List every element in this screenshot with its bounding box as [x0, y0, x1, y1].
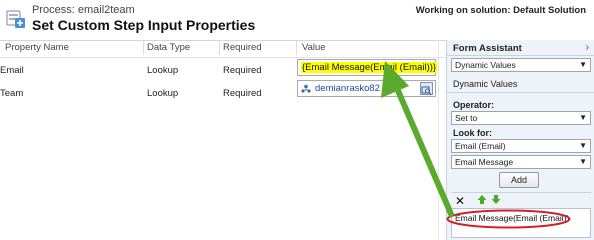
property-name: Team: [0, 88, 24, 99]
page-header: Process: email2team Set Custom Step Inpu…: [0, 0, 594, 41]
page-title: Set Custom Step Input Properties: [32, 17, 256, 33]
mode-select-value: Dynamic Values: [455, 60, 516, 70]
tools-divider: [451, 192, 591, 193]
form-assistant-title: Form Assistant: [453, 43, 522, 54]
property-name: Email: [0, 65, 24, 76]
entity-select[interactable]: Email (Email) ▼: [451, 139, 591, 153]
delete-icon[interactable]: ✕: [455, 194, 465, 208]
process-icon: [6, 10, 25, 28]
col-property-name[interactable]: Property Name: [5, 42, 69, 53]
section-divider: [447, 92, 594, 93]
col-data-type[interactable]: Data Type: [147, 42, 190, 53]
data-type: Lookup: [147, 88, 179, 99]
move-down-icon[interactable]: [491, 194, 501, 205]
add-button[interactable]: Add: [499, 172, 539, 188]
dropdown-arrow-icon: ▼: [579, 141, 587, 150]
dropdown-arrow-icon: ▼: [579, 157, 587, 166]
section-label: Dynamic Values: [453, 79, 518, 89]
lookup-icon: [421, 86, 432, 95]
email-value-field[interactable]: {Email Message(Email (Email))}: [297, 59, 438, 76]
operator-label: Operator:: [453, 100, 495, 110]
move-up-icon[interactable]: [477, 194, 487, 205]
column-divider: [143, 41, 144, 55]
solution-label: Working on solution: Default Solution: [415, 5, 586, 16]
column-divider: [219, 41, 220, 55]
mode-select[interactable]: Dynamic Values ▼: [451, 58, 591, 72]
highlight-ellipse: [446, 209, 571, 229]
col-required[interactable]: Required: [223, 42, 262, 53]
team-lookup-link[interactable]: demianrasko82: [315, 83, 380, 94]
required-flag: Required: [223, 88, 262, 99]
column-divider: [296, 41, 297, 55]
dropdown-arrow-icon: ▼: [579, 113, 587, 122]
col-value[interactable]: Value: [302, 42, 326, 53]
entity-select-value: Email (Email): [455, 141, 506, 151]
operator-select-value: Set to: [455, 113, 478, 123]
team-value-field[interactable]: demianrasko82: [297, 80, 436, 97]
look-for-label: Look for:: [453, 128, 492, 138]
lookup-button[interactable]: [420, 82, 433, 95]
process-label: Process: email2team: [32, 4, 135, 16]
team-icon: [301, 84, 311, 93]
title-divider: [447, 55, 594, 56]
dropdown-arrow-icon: ▼: [579, 60, 587, 69]
field-select[interactable]: Email Message ▼: [451, 155, 591, 169]
dynamic-values-list[interactable]: Email Message(Email (Email)): [446, 208, 591, 238]
grid-scroll-divider: [438, 40, 439, 240]
dynamic-value-text: {Email Message(Email (Email))}: [301, 62, 438, 73]
data-type: Lookup: [147, 65, 179, 76]
field-select-value: Email Message: [455, 157, 514, 167]
operator-select[interactable]: Set to ▼: [451, 111, 591, 125]
collapse-chevron-icon[interactable]: ›: [586, 42, 589, 53]
required-flag: Required: [223, 65, 262, 76]
form-assistant-panel: Form Assistant › Dynamic Values ▼ Dynami…: [446, 40, 594, 240]
